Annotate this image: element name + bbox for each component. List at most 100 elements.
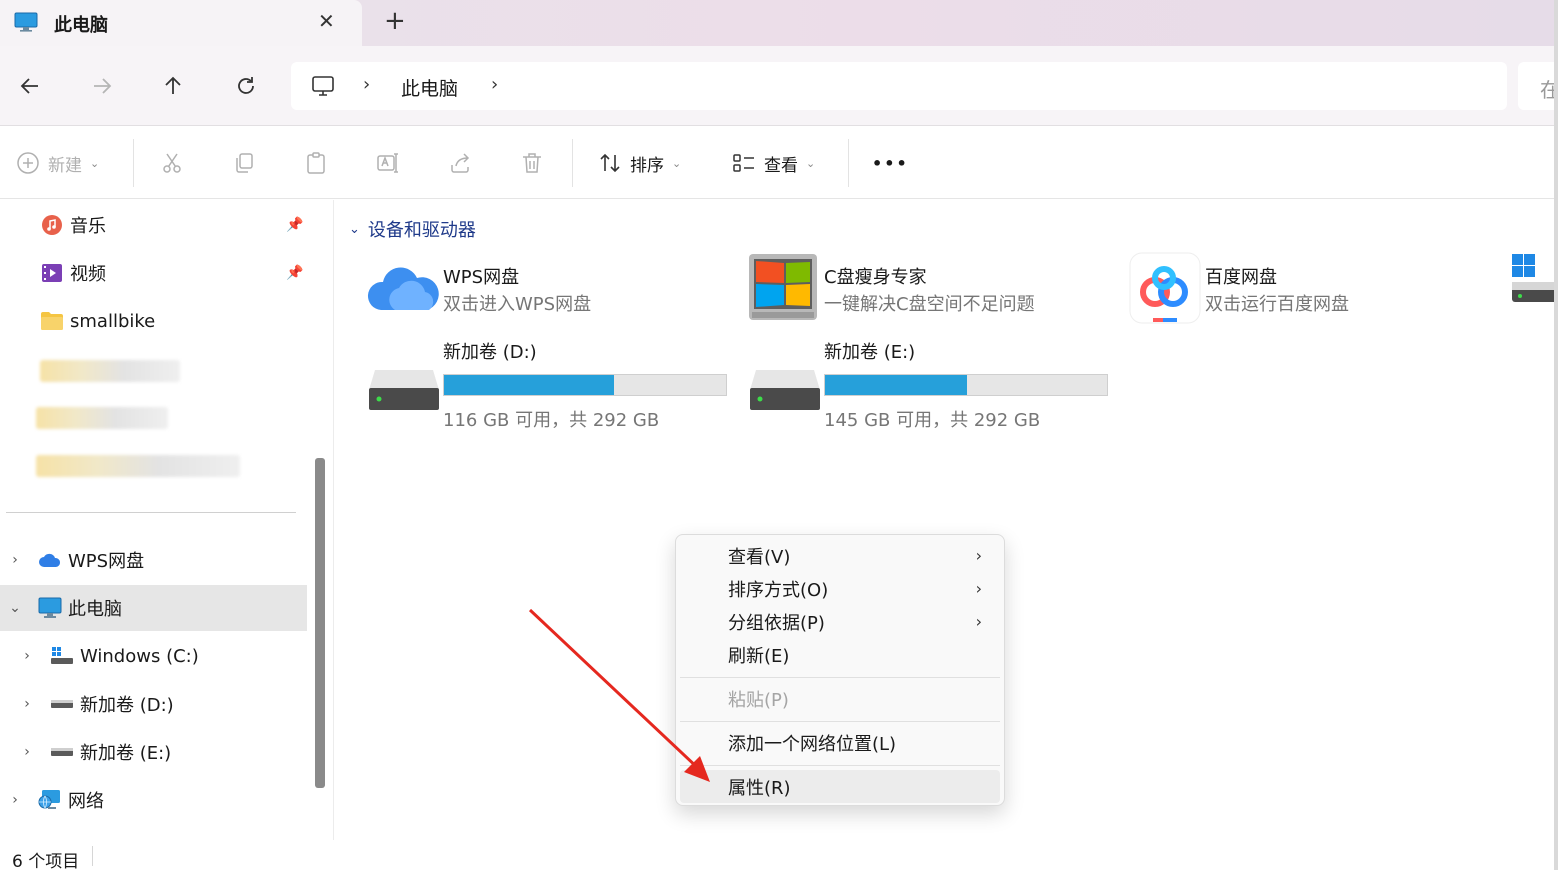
chevron-right-icon[interactable]: › xyxy=(20,648,34,664)
navigation-pane: 音乐 📌 视频 📌 smallbike › WPS网盘 ⌄ 此电脑 › Wind… xyxy=(0,200,334,840)
menu-item-view[interactable]: 查看(V) › xyxy=(680,539,1000,572)
monitor-icon xyxy=(38,596,62,620)
sidebar-item-music[interactable]: 音乐 📌 xyxy=(0,202,307,248)
pin-icon[interactable]: 📌 xyxy=(286,265,303,281)
tile-baidu-netdisk[interactable]: 百度网盘 双击运行百度网盘 xyxy=(1129,252,1489,326)
menu-item-properties[interactable]: 属性(R) xyxy=(680,770,1000,803)
monitor-icon xyxy=(14,12,38,32)
delete-button[interactable] xyxy=(520,149,544,177)
hard-drive-icon xyxy=(750,370,820,410)
tab-title: 此电脑 xyxy=(54,15,108,36)
sidebar-item-smallbike[interactable]: smallbike xyxy=(0,298,307,344)
trash-icon xyxy=(523,153,541,173)
tile-wps-drive[interactable]: WPS网盘 双击进入WPS网盘 xyxy=(367,252,727,326)
drive-usage-fill xyxy=(825,375,967,395)
view-button[interactable]: 查看 ⌄ xyxy=(732,149,815,177)
menu-item-add-network-location[interactable]: 添加一个网络位置(L) xyxy=(680,726,1000,759)
breadcrumb-chevron-icon[interactable]: › xyxy=(363,74,370,95)
rename-button[interactable] xyxy=(376,149,400,177)
forward-button[interactable] xyxy=(86,70,118,102)
drive-usage-bar xyxy=(443,374,727,396)
video-icon xyxy=(40,261,64,285)
search-input[interactable]: 在 xyxy=(1518,62,1558,110)
menu-item-label: 查看(V) xyxy=(728,546,791,568)
drive-free-space: 116 GB 可用，共 292 GB xyxy=(443,410,660,431)
menu-item-paste[interactable]: 粘贴(P) xyxy=(680,682,1000,715)
breadcrumb-this-pc[interactable]: 此电脑 xyxy=(401,74,458,101)
plus-circle-icon xyxy=(17,152,39,174)
chevron-right-icon: › xyxy=(975,546,982,565)
computer-icon xyxy=(312,76,334,96)
tile-windows-c-partial[interactable] xyxy=(1510,252,1558,326)
sidebar-item-drive-e[interactable]: › 新加卷 (E:) xyxy=(0,729,307,775)
menu-item-label: 分组依据(P) xyxy=(728,612,825,634)
new-button[interactable]: 新建 ⌄ xyxy=(16,149,99,177)
chevron-right-icon[interactable]: › xyxy=(20,696,34,712)
tile-drive-d[interactable]: 新加卷 (D:) 116 GB 可用，共 292 GB xyxy=(367,338,747,431)
sort-button[interactable]: 排序 ⌄ xyxy=(598,149,681,177)
breadcrumb-chevron-icon[interactable]: › xyxy=(491,74,498,95)
menu-item-label: 刷新(E) xyxy=(728,645,790,667)
new-tab-button[interactable]: + xyxy=(384,6,406,36)
chevron-right-icon[interactable]: › xyxy=(8,792,22,808)
up-button[interactable] xyxy=(157,70,189,102)
group-header-devices[interactable]: ⌄ 设备和驱动器 xyxy=(349,216,476,242)
copy-button[interactable] xyxy=(232,149,256,177)
new-label: 新建 xyxy=(48,155,82,176)
menu-item-group-by[interactable]: 分组依据(P) › xyxy=(680,605,1000,638)
drive-title: 新加卷 (E:) xyxy=(824,342,916,363)
tile-title: WPS网盘 xyxy=(443,267,520,288)
menu-item-sort-by[interactable]: 排序方式(O) › xyxy=(680,572,1000,605)
sidebar-item-network[interactable]: › 网络 xyxy=(0,777,307,823)
sidebar-item-drive-d[interactable]: › 新加卷 (D:) xyxy=(0,681,307,727)
sidebar-item-label: 新加卷 (E:) xyxy=(80,743,172,764)
music-icon xyxy=(40,213,64,237)
chevron-down-icon[interactable]: ⌄ xyxy=(8,600,22,616)
menu-item-refresh[interactable]: 刷新(E) xyxy=(680,638,1000,671)
divider xyxy=(848,139,849,187)
command-bar: 新建 ⌄ 排序 ⌄ 查看 ⌄ ••• xyxy=(0,127,1558,199)
chevron-down-icon: ⌄ xyxy=(349,221,360,237)
tile-c-drive-cleaner[interactable]: C盘瘦身专家 一键解决C盘空间不足问题 xyxy=(748,252,1108,326)
divider xyxy=(133,139,134,187)
tile-subtitle: 双击进入WPS网盘 xyxy=(443,294,592,315)
pin-icon[interactable]: 📌 xyxy=(286,217,303,233)
clipboard-icon xyxy=(307,152,325,174)
sidebar-item-label: WPS网盘 xyxy=(68,551,145,572)
drive-icon xyxy=(50,740,74,764)
paste-button[interactable] xyxy=(304,149,328,177)
network-icon xyxy=(38,788,62,812)
tab-this-pc[interactable]: 此电脑 ✕ xyxy=(0,0,362,46)
sidebar-item-videos[interactable]: 视频 📌 xyxy=(0,250,307,296)
windows-drive-icon xyxy=(1512,254,1558,302)
sidebar-item-this-pc[interactable]: ⌄ 此电脑 xyxy=(0,585,307,631)
refresh-icon xyxy=(238,77,254,94)
tile-drive-e[interactable]: 新加卷 (E:) 145 GB 可用，共 292 GB xyxy=(748,338,1128,431)
address-bar[interactable]: › 此电脑 › xyxy=(291,62,1507,110)
title-bar: 此电脑 ✕ + xyxy=(0,0,1558,46)
drive-icon xyxy=(50,692,74,716)
redacted-folder[interactable] xyxy=(40,360,180,382)
sidebar-scrollbar[interactable] xyxy=(315,458,325,788)
redacted-folder[interactable] xyxy=(36,455,240,477)
cut-button[interactable] xyxy=(160,149,184,177)
navigation-bar: › 此电脑 › 在 xyxy=(0,46,1558,126)
cloud-icon xyxy=(38,548,62,572)
chevron-right-icon: › xyxy=(975,579,982,598)
baidu-netdisk-icon xyxy=(1129,252,1201,324)
redacted-folder[interactable] xyxy=(36,407,168,429)
close-tab-button[interactable]: ✕ xyxy=(318,9,335,33)
chevron-right-icon[interactable]: › xyxy=(8,552,22,568)
chevron-right-icon[interactable]: › xyxy=(20,744,34,760)
sidebar-item-wps-drive[interactable]: › WPS网盘 xyxy=(0,537,307,583)
copy-icon xyxy=(236,153,253,173)
refresh-button[interactable] xyxy=(230,70,262,102)
share-button[interactable] xyxy=(448,149,472,177)
more-options-button[interactable]: ••• xyxy=(872,149,909,177)
back-button[interactable] xyxy=(14,70,46,102)
sidebar-item-label: 视频 xyxy=(70,264,106,285)
window-edge xyxy=(1554,0,1558,870)
view-layout-icon xyxy=(733,154,754,172)
sidebar-item-drive-c[interactable]: › Windows (C:) xyxy=(0,633,307,679)
ellipsis-icon: ••• xyxy=(872,153,909,173)
